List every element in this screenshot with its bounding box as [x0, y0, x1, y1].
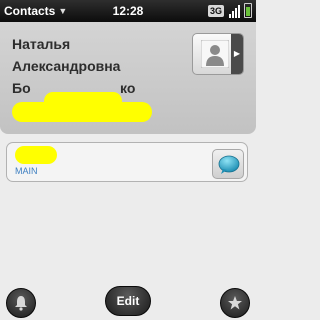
star-icon — [228, 296, 242, 310]
contact-first-name: Наталья — [12, 36, 71, 52]
redaction-mark — [15, 146, 57, 164]
contact-header: Наталья Александровна Бо ко ▶ — [0, 22, 256, 134]
redaction-mark — [12, 102, 152, 122]
battery-icon — [244, 3, 252, 18]
bell-icon — [15, 296, 27, 311]
phone-type-label: MAIN — [15, 166, 38, 176]
contact-photo-button[interactable]: ▶ — [192, 33, 244, 75]
chevron-right-icon: ▶ — [231, 34, 243, 74]
network-badge: 3G — [208, 5, 225, 17]
person-silhouette-icon — [201, 40, 229, 68]
status-bar: Contacts ▼ 12:28 3G — [0, 0, 256, 22]
favorite-button[interactable] — [220, 288, 250, 318]
edit-button[interactable]: Edit — [105, 286, 151, 316]
contact-last-name-suffix: ко — [120, 80, 136, 96]
notification-button[interactable] — [6, 288, 36, 318]
signal-strength-icon — [229, 4, 241, 18]
contact-middle-name: Александровна — [12, 58, 121, 74]
send-message-button[interactable] — [212, 149, 244, 179]
contact-last-name-prefix: Бо — [12, 80, 31, 96]
chat-bubble-icon — [218, 155, 240, 174]
phone-entry-row[interactable]: MAIN — [6, 142, 248, 182]
